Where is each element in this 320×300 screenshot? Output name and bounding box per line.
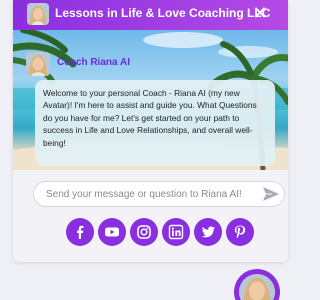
welcome-message: Welcome to your personal Coach - Riana A… bbox=[35, 80, 275, 166]
facebook-icon[interactable] bbox=[66, 218, 94, 246]
header-title: Lessons in Life & Love Coaching LLC bbox=[55, 6, 271, 20]
coach-avatar bbox=[26, 52, 50, 76]
youtube-icon[interactable] bbox=[98, 218, 126, 246]
close-icon[interactable]: ✕ bbox=[251, 5, 269, 23]
chat-avatar-icon[interactable] bbox=[234, 269, 280, 300]
send-icon[interactable] bbox=[262, 186, 280, 202]
social-links bbox=[66, 218, 256, 250]
coach-name: Coach Riana AI bbox=[57, 57, 130, 68]
message-input[interactable] bbox=[46, 187, 251, 202]
header-avatar bbox=[27, 3, 49, 25]
pinterest-icon[interactable] bbox=[226, 218, 254, 246]
chat-header: Lessons in Life & Love Coaching LLC ✕ bbox=[13, 0, 288, 30]
message-input-container bbox=[33, 181, 285, 207]
twitter-icon[interactable] bbox=[194, 218, 222, 246]
chat-widget: Lessons in Life & Love Coaching LLC ✕ Co… bbox=[13, 0, 288, 262]
instagram-icon[interactable] bbox=[130, 218, 158, 246]
launcher-avatar bbox=[239, 274, 275, 300]
linkedin-icon[interactable] bbox=[162, 218, 190, 246]
